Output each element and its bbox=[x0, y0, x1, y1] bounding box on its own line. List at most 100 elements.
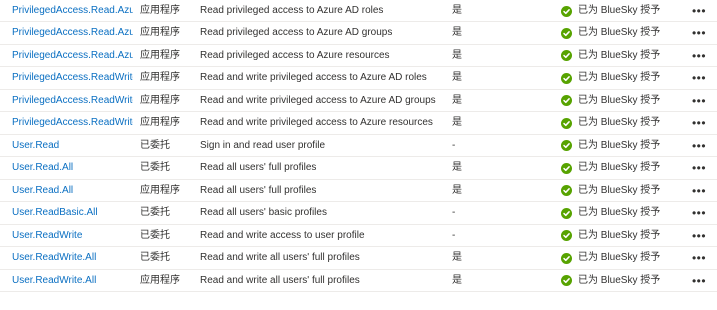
check-circle-icon bbox=[561, 275, 572, 287]
consent-status-text: 已为 BlueSky 授予 bbox=[578, 162, 661, 173]
permission-type: 应用程序 bbox=[140, 72, 180, 83]
permission-type: 应用程序 bbox=[140, 117, 180, 128]
more-actions-button[interactable]: ••• bbox=[688, 67, 710, 90]
consent-status-text: 已为 BlueSky 授予 bbox=[578, 94, 661, 106]
consent-status-text: 已为 BlueSky 授予 bbox=[578, 229, 661, 241]
consent-status-text: 已为 BlueSky 授予 bbox=[578, 252, 661, 263]
permission-name-link[interactable]: PrivilegedAccess.Read.AzureADGroup bbox=[12, 22, 133, 45]
permission-description: Read privileged access to Azure AD group… bbox=[200, 27, 393, 38]
more-actions-button[interactable]: ••• bbox=[688, 247, 710, 270]
permission-name-link[interactable]: PrivilegedAccess.ReadWrite.AzureAD bbox=[12, 67, 133, 90]
admin-consent-required: 是 bbox=[452, 162, 462, 173]
more-actions-button[interactable]: ••• bbox=[688, 22, 710, 45]
consent-status: 已为 BlueSky 授予 bbox=[561, 225, 681, 248]
consent-status-text: 已为 BlueSky 授予 bbox=[578, 117, 661, 128]
permission-type: 应用程序 bbox=[140, 27, 180, 38]
permission-type: 已委托 bbox=[140, 139, 170, 151]
admin-consent-required: 是 bbox=[452, 27, 462, 38]
permission-name-link[interactable]: PrivilegedAccess.ReadWrite.AzureResource… bbox=[12, 112, 133, 135]
admin-consent-required: 是 bbox=[452, 274, 462, 286]
table-row: User.Read.All 应用程序 Read all users' full … bbox=[0, 180, 717, 203]
check-circle-icon bbox=[561, 95, 572, 107]
admin-consent-required: 是 bbox=[452, 49, 462, 61]
more-actions-button[interactable]: ••• bbox=[688, 90, 710, 113]
check-circle-icon bbox=[561, 50, 572, 62]
more-actions-button[interactable]: ••• bbox=[688, 45, 710, 68]
consent-status-text: 已为 BlueSky 授予 bbox=[578, 184, 661, 196]
permission-type: 应用程序 bbox=[140, 5, 180, 16]
table-row: User.ReadWrite.All 应用程序 Read and write a… bbox=[0, 270, 717, 293]
permission-description: Read and write privileged access to Azur… bbox=[200, 94, 436, 106]
admin-consent-required: 是 bbox=[452, 117, 462, 128]
permission-description: Sign in and read user profile bbox=[200, 139, 326, 151]
permission-name-link[interactable]: User.ReadWrite.All bbox=[12, 247, 133, 270]
admin-consent-required: 是 bbox=[452, 184, 462, 196]
consent-status: 已为 BlueSky 授予 bbox=[561, 270, 681, 293]
permission-description: Read and write access to user profile bbox=[200, 229, 365, 241]
more-actions-button[interactable]: ••• bbox=[688, 157, 710, 180]
more-actions-button[interactable]: ••• bbox=[688, 135, 710, 158]
table-row: User.Read.All 已委托 Read all users' full p… bbox=[0, 157, 717, 180]
consent-status: 已为 BlueSky 授予 bbox=[561, 67, 681, 90]
more-actions-button[interactable]: ••• bbox=[688, 202, 710, 225]
check-circle-icon bbox=[561, 140, 572, 152]
table-row: User.Read 已委托 Sign in and read user prof… bbox=[0, 135, 717, 158]
permission-type: 已委托 bbox=[140, 252, 170, 263]
admin-consent-required: - bbox=[452, 207, 456, 218]
check-circle-icon bbox=[561, 117, 572, 129]
permission-name-link[interactable]: PrivilegedAccess.ReadWrite.AzureADGroup bbox=[12, 90, 133, 113]
consent-status: 已为 BlueSky 授予 bbox=[561, 157, 681, 180]
consent-status-text: 已为 BlueSky 授予 bbox=[578, 139, 661, 151]
permissions-table: PrivilegedAccess.Read.AzureAD 应用程序 Read … bbox=[0, 0, 717, 292]
consent-status-text: 已为 BlueSky 授予 bbox=[578, 274, 661, 286]
consent-status-text: 已为 BlueSky 授予 bbox=[578, 72, 661, 83]
admin-consent-required: 是 bbox=[452, 94, 462, 106]
table-row: User.ReadWrite.All 已委托 Read and write al… bbox=[0, 247, 717, 270]
admin-consent-required: - bbox=[452, 139, 456, 151]
consent-status: 已为 BlueSky 授予 bbox=[561, 202, 681, 225]
permission-description: Read and write privileged access to Azur… bbox=[200, 72, 427, 83]
consent-status: 已为 BlueSky 授予 bbox=[561, 90, 681, 113]
more-actions-button[interactable]: ••• bbox=[688, 0, 710, 22]
permission-description: Read all users' full profiles bbox=[200, 162, 317, 173]
check-circle-icon bbox=[561, 252, 572, 264]
consent-status: 已为 BlueSky 授予 bbox=[561, 22, 681, 45]
more-actions-button[interactable]: ••• bbox=[688, 180, 710, 203]
permission-type: 已委托 bbox=[140, 229, 170, 241]
more-actions-button[interactable]: ••• bbox=[688, 225, 710, 248]
permission-type: 应用程序 bbox=[140, 49, 180, 61]
admin-consent-required: 是 bbox=[452, 72, 462, 83]
check-circle-icon bbox=[561, 230, 572, 242]
permission-description: Read privileged access to Azure resource… bbox=[200, 49, 390, 61]
consent-status: 已为 BlueSky 授予 bbox=[561, 180, 681, 203]
table-row: User.ReadWrite 已委托 Read and write access… bbox=[0, 225, 717, 248]
permission-name-link[interactable]: PrivilegedAccess.Read.AzureResources bbox=[12, 45, 133, 68]
consent-status-text: 已为 BlueSky 授予 bbox=[578, 5, 661, 16]
table-row: PrivilegedAccess.ReadWrite.AzureADGroup … bbox=[0, 90, 717, 113]
admin-consent-required: 是 bbox=[452, 252, 462, 263]
check-circle-icon bbox=[561, 162, 572, 174]
permission-type: 已委托 bbox=[140, 162, 170, 173]
permission-type: 应用程序 bbox=[140, 94, 180, 106]
table-row: PrivilegedAccess.ReadWrite.AzureResource… bbox=[0, 112, 717, 135]
more-actions-button[interactable]: ••• bbox=[688, 270, 710, 293]
check-circle-icon bbox=[561, 185, 572, 197]
more-actions-button[interactable]: ••• bbox=[688, 112, 710, 135]
permission-name-link[interactable]: User.ReadBasic.All bbox=[12, 202, 133, 225]
consent-status-text: 已为 BlueSky 授予 bbox=[578, 207, 661, 218]
permission-name-link[interactable]: User.Read bbox=[12, 135, 133, 158]
permission-name-link[interactable]: User.Read.All bbox=[12, 180, 133, 203]
permission-type: 应用程序 bbox=[140, 184, 180, 196]
permission-type: 应用程序 bbox=[140, 274, 180, 286]
permission-name-link[interactable]: PrivilegedAccess.Read.AzureAD bbox=[12, 0, 133, 22]
permission-name-link[interactable]: User.ReadWrite bbox=[12, 225, 133, 248]
permission-name-link[interactable]: User.ReadWrite.All bbox=[12, 270, 133, 293]
permission-description: Read privileged access to Azure AD roles bbox=[200, 5, 384, 16]
consent-status: 已为 BlueSky 授予 bbox=[561, 135, 681, 158]
admin-consent-required: 是 bbox=[452, 5, 462, 16]
consent-status: 已为 BlueSky 授予 bbox=[561, 0, 681, 22]
consent-status: 已为 BlueSky 授予 bbox=[561, 45, 681, 68]
permission-description: Read and write all users' full profiles bbox=[200, 252, 360, 263]
consent-status-text: 已为 BlueSky 授予 bbox=[578, 27, 661, 38]
permission-name-link[interactable]: User.Read.All bbox=[12, 157, 133, 180]
